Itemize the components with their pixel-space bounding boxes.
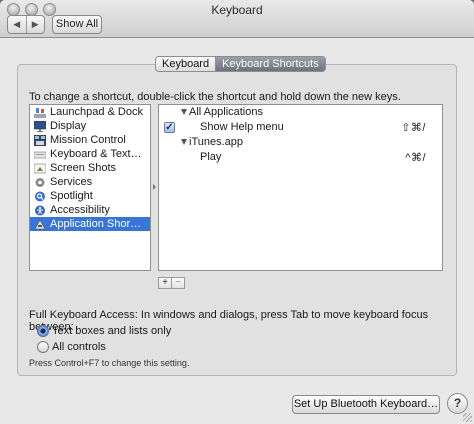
shortcut-keys[interactable]: ⇧⌘/	[401, 121, 426, 134]
forward-button[interactable]: ▶	[25, 16, 45, 33]
tab-keyboard[interactable]: Keyboard	[156, 57, 216, 71]
add-shortcut-button[interactable]: +	[159, 278, 171, 288]
show-all-button[interactable]: Show All	[52, 15, 102, 34]
category-item-launchpad-dock[interactable]: Launchpad & Dock	[30, 105, 150, 119]
spotlight-icon	[34, 191, 46, 202]
radio-button[interactable]	[37, 325, 49, 337]
radio-text-boxes-lists[interactable]: Text boxes and lists only	[37, 325, 171, 337]
instruction-text: To change a shortcut, double-click the s…	[29, 91, 401, 103]
preferences-window: Keyboard ◀ ▶ Show All Keyboard Keyboard …	[0, 0, 474, 424]
shortcut-row[interactable]: Play ^⌘/	[159, 150, 442, 165]
accessibility-icon	[34, 205, 46, 216]
category-item-services[interactable]: Services	[30, 175, 150, 189]
shortcut-keys[interactable]: ^⌘/	[405, 151, 426, 164]
category-item-application-shortcuts[interactable]: Application Shor…	[30, 217, 150, 231]
disclosure-triangle-icon[interactable]	[181, 109, 187, 115]
category-item-spotlight[interactable]: Spotlight	[30, 189, 150, 203]
shortcut-label: Show Help menu	[200, 121, 284, 133]
shortcut-label: Play	[200, 151, 222, 163]
back-button[interactable]: ◀	[8, 16, 26, 33]
add-remove-buttons: + −	[158, 277, 185, 289]
disclosure-triangle-icon[interactable]	[181, 139, 187, 145]
help-button[interactable]: ?	[447, 393, 468, 414]
category-item-display[interactable]: Display	[30, 119, 150, 133]
shortcut-enabled-checkbox[interactable]: ✓	[164, 122, 175, 133]
shortcut-row[interactable]: ✓ Show Help menu ⇧⌘/	[159, 120, 442, 135]
group-row-all-applications[interactable]: All Applications	[159, 105, 442, 120]
shortcut-table[interactable]: All Applications ✓ Show Help menu ⇧⌘/ iT…	[158, 104, 443, 271]
display-icon	[34, 120, 46, 132]
category-item-keyboard-text[interactable]: Keyboard & Text…	[30, 147, 150, 161]
keyboard-icon	[34, 149, 46, 160]
category-item-mission-control[interactable]: Mission Control	[30, 133, 150, 147]
category-item-accessibility[interactable]: Accessibility	[30, 203, 150, 217]
gear-icon	[34, 177, 46, 188]
mission-control-icon	[34, 134, 46, 146]
app-shortcuts-icon	[34, 218, 46, 230]
resize-grip-icon[interactable]	[463, 413, 472, 422]
category-list[interactable]: Launchpad & Dock Display Mission Control…	[29, 104, 151, 271]
remove-shortcut-button[interactable]: −	[171, 278, 184, 288]
tab-keyboard-shortcuts[interactable]: Keyboard Shortcuts	[215, 57, 325, 71]
set-up-bluetooth-keyboard-button[interactable]: Set Up Bluetooth Keyboard…	[292, 395, 440, 414]
divider-arrow-icon	[153, 184, 156, 190]
tab-bar: Keyboard Keyboard Shortcuts	[155, 56, 326, 72]
navigation-buttons: ◀ ▶	[7, 15, 45, 34]
radio-button[interactable]	[37, 341, 49, 353]
screenshot-icon	[34, 163, 46, 174]
title-bar[interactable]: Keyboard ◀ ▶ Show All	[0, 0, 474, 38]
launchpad-icon	[34, 107, 46, 118]
category-item-screen-shots[interactable]: Screen Shots	[30, 161, 150, 175]
group-row-itunes[interactable]: iTunes.app	[159, 135, 442, 150]
radio-all-controls[interactable]: All controls	[37, 341, 106, 353]
hint-text: Press Control+F7 to change this setting.	[29, 358, 190, 368]
